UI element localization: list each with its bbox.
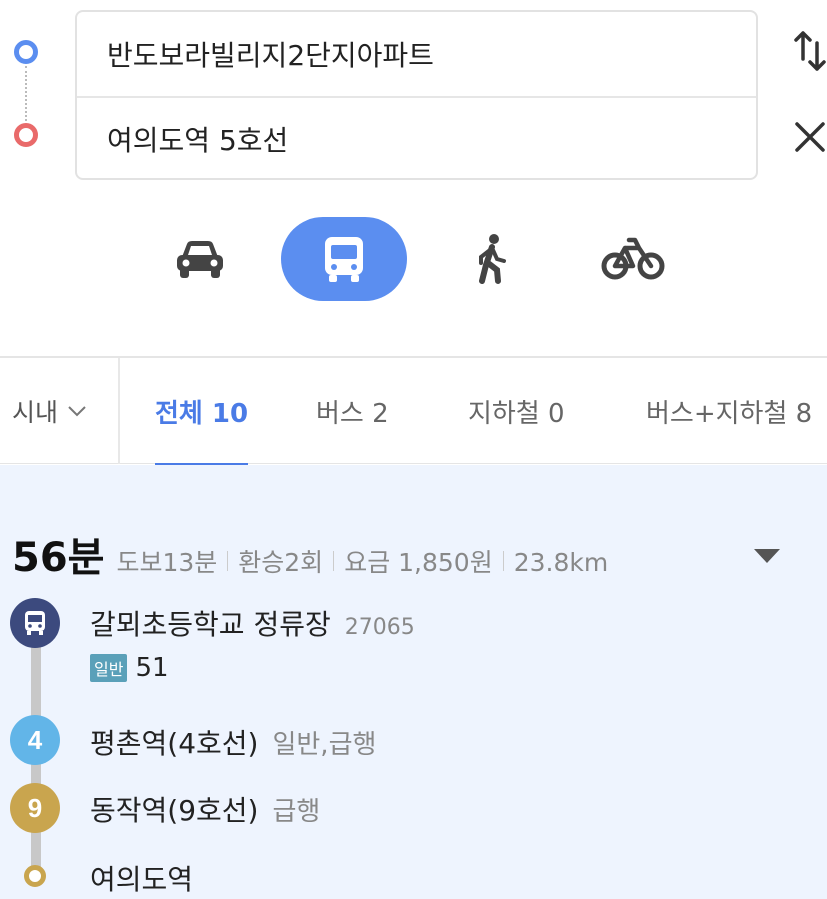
transfer-count: 환승2회	[238, 548, 324, 577]
route-type-tabs: 시내 전체 10 버스 2 지하철 0 버스+지하철 8	[0, 356, 827, 466]
walk-time: 도보13분	[116, 548, 218, 577]
end-point-icon	[24, 865, 46, 887]
bus-number: 51	[135, 653, 169, 683]
step-name: 동작역(9호선)	[90, 794, 259, 827]
directions-panel: 반도보라빌리지2단지아파트 여의도역 5호선 시내 전체 10 버스 2 지하철…	[0, 0, 827, 899]
expand-triangle-icon[interactable]	[752, 547, 782, 569]
bus-mode-button[interactable]	[281, 217, 407, 301]
destination-input[interactable]: 여의도역 5호선	[77, 96, 756, 180]
origin-input[interactable]: 반도보라빌리지2단지아파트	[77, 12, 756, 96]
bus-stop-icon	[10, 598, 60, 648]
bicycle-icon	[601, 237, 665, 280]
bus-line-info: 일반 51	[90, 653, 169, 683]
stop-id: 27065	[344, 615, 415, 640]
tab-subway[interactable]: 지하철 0	[468, 358, 565, 464]
step-subway-transfer: 동작역(9호선) 급행	[90, 789, 320, 829]
tab-bus-subway[interactable]: 버스+지하철 8	[646, 358, 812, 464]
route-connector	[25, 66, 27, 121]
step-bus-stop: 갈뫼초등학교 정류장 27065	[90, 603, 415, 643]
fare: 요금 1,850원	[344, 548, 493, 577]
step-name: 갈뫼초등학교 정류장	[90, 608, 331, 641]
bicycle-mode-button[interactable]	[570, 217, 696, 301]
bus-type-badge: 일반	[90, 654, 128, 682]
divider	[227, 551, 229, 571]
route-summary: 56분 도보13분 환승2회 요금 1,850원 23.8km	[12, 525, 608, 583]
train-type: 급행	[272, 797, 321, 827]
step-name: 여의도역	[90, 863, 194, 896]
destination-marker-icon	[14, 123, 38, 147]
area-select[interactable]: 시내	[0, 358, 120, 464]
walk-mode-button[interactable]	[428, 217, 554, 301]
route-result[interactable]: 56분 도보13분 환승2회 요금 1,850원 23.8km 4 9 갈뫼초등…	[0, 465, 827, 899]
car-icon	[177, 241, 223, 278]
walking-person-icon	[479, 234, 506, 284]
step-name: 평촌역(4호선)	[90, 727, 259, 760]
tab-bus[interactable]: 버스 2	[316, 358, 389, 464]
line-4-badge: 4	[10, 715, 60, 765]
divider	[333, 551, 335, 571]
area-select-label: 시내	[12, 398, 59, 427]
car-mode-button[interactable]	[137, 217, 263, 301]
distance: 23.8km	[513, 548, 609, 577]
close-icon[interactable]	[785, 112, 827, 162]
route-search-box: 반도보라빌리지2단지아파트 여의도역 5호선	[75, 10, 758, 180]
train-type: 일반,급행	[272, 730, 377, 760]
bus-icon	[325, 237, 363, 282]
swap-vertical-icon[interactable]	[785, 26, 827, 76]
divider	[502, 551, 504, 571]
line-9-badge: 9	[10, 783, 60, 833]
origin-marker-icon	[14, 40, 38, 64]
step-subway-transfer: 평촌역(4호선) 일반,급행	[90, 722, 376, 762]
total-duration: 56분	[12, 535, 105, 581]
chevron-down-icon	[68, 406, 86, 417]
step-destination: 여의도역	[90, 858, 193, 898]
tab-all[interactable]: 전체 10	[155, 358, 249, 466]
